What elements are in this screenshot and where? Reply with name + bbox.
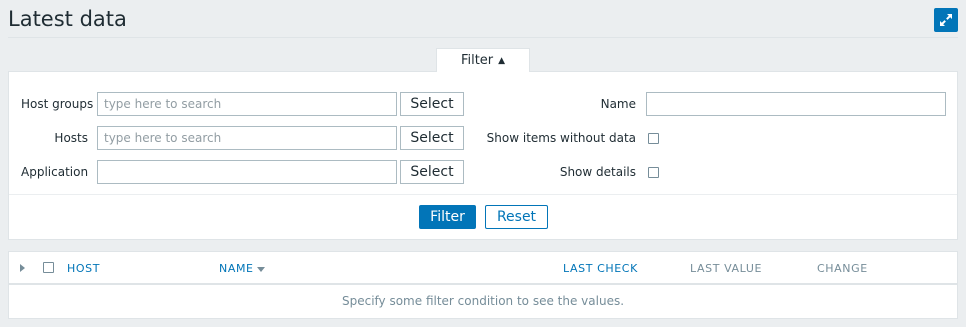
application-input[interactable] (97, 160, 397, 184)
expand-all-arrow-icon[interactable] (20, 264, 25, 272)
show-details-checkbox[interactable] (648, 167, 659, 178)
expand-arrows-icon (940, 14, 952, 26)
column-change: CHANGE (817, 262, 868, 275)
select-all-checkbox[interactable] (43, 262, 54, 273)
empty-table-message: Specify some filter condition to see the… (341, 294, 625, 308)
title-divider (8, 37, 958, 38)
column-last-check[interactable]: LAST CHECK (563, 262, 638, 275)
name-label: Name (600, 97, 636, 111)
host-groups-select-button[interactable]: Select (400, 92, 464, 116)
page-title: Latest data (8, 7, 127, 31)
host-groups-input[interactable] (97, 92, 397, 116)
column-name-label: NAME (219, 262, 254, 275)
show-items-without-data-label: Show items without data (486, 131, 636, 145)
reset-filter-button[interactable]: Reset (485, 205, 548, 229)
apply-filter-button[interactable]: Filter (419, 205, 476, 229)
hosts-select-button[interactable]: Select (400, 126, 464, 150)
host-groups-label: Host groups (21, 97, 94, 111)
fullscreen-button[interactable] (934, 8, 958, 32)
table-header: HOST NAME LAST CHECK LAST VALUE CHANGE (9, 252, 957, 285)
filter-tab-toggle[interactable]: Filter ▲ (436, 48, 530, 72)
name-input[interactable] (646, 92, 946, 116)
column-last-value: LAST VALUE (690, 262, 763, 275)
filter-tab-label: Filter (460, 53, 494, 68)
sort-desc-icon (256, 266, 265, 272)
filter-divider (9, 194, 957, 195)
filter-panel: Host groups Select Name Hosts Select Sho… (8, 71, 958, 240)
column-name[interactable]: NAME (219, 262, 265, 275)
show-details-label: Show details (559, 165, 636, 179)
hosts-input[interactable] (97, 126, 397, 150)
caret-up-icon: ▲ (498, 55, 506, 66)
hosts-label: Hosts (54, 131, 88, 145)
show-items-without-data-checkbox[interactable] (648, 133, 659, 144)
latest-data-table: HOST NAME LAST CHECK LAST VALUE CHANGE S… (8, 251, 958, 319)
application-select-button[interactable]: Select (400, 160, 464, 184)
column-host[interactable]: HOST (67, 262, 100, 275)
application-label: Application (21, 165, 89, 179)
